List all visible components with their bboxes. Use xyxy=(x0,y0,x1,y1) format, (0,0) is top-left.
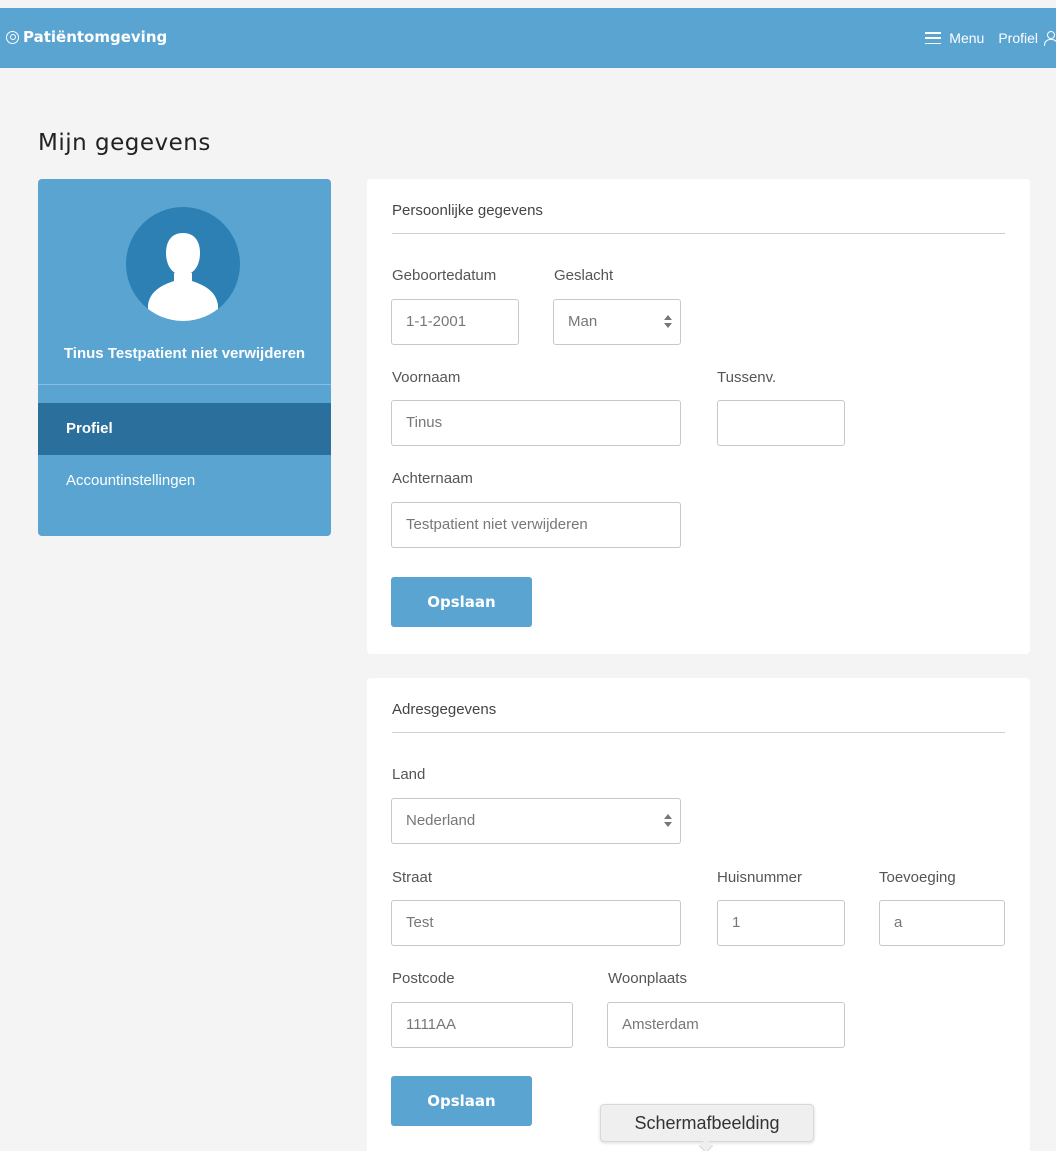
postcode-label: Postcode xyxy=(392,970,455,987)
city-label: Woonplaats xyxy=(608,970,687,987)
divider xyxy=(392,233,1005,234)
lastname-label: Achternaam xyxy=(392,470,473,487)
personal-data-card: Persoonlijke gegevens Geboortedatum 1-1-… xyxy=(367,179,1030,654)
divider xyxy=(392,732,1005,733)
firstname-label: Voornaam xyxy=(392,369,461,386)
card-title: Persoonlijke gegevens xyxy=(392,202,543,219)
profile-label: Profiel xyxy=(998,30,1038,46)
screenshot-tooltip: Schermafbeelding xyxy=(600,1104,814,1151)
street-label: Straat xyxy=(392,869,433,886)
sidebar-divider xyxy=(38,384,331,385)
gender-select[interactable]: Man xyxy=(553,299,681,345)
brand-name: Patiëntomgeving xyxy=(23,28,168,46)
avatar xyxy=(126,207,240,321)
menu-label: Menu xyxy=(949,30,985,46)
country-select[interactable]: Nederland xyxy=(391,798,681,844)
brand[interactable]: Patiëntomgeving xyxy=(6,28,167,46)
profile-button[interactable]: Profiel xyxy=(998,30,1056,46)
lastname-input[interactable]: Testpatient niet verwijderen xyxy=(391,502,681,548)
birthdate-label: Geboortedatum xyxy=(392,267,497,284)
housenumber-label: Huisnummer xyxy=(717,869,803,886)
nav-right: Menu Profiel xyxy=(925,30,1056,46)
addition-label: Toevoeging xyxy=(879,869,956,886)
sidebar-item-profiel[interactable]: Profiel xyxy=(38,403,331,455)
page-title: Mijn gegevens xyxy=(38,130,211,156)
street-input[interactable]: Test xyxy=(391,900,681,946)
infix-input[interactable] xyxy=(717,400,845,446)
top-navigation-bar: Patiëntomgeving Menu Profiel xyxy=(0,8,1056,68)
postcode-input[interactable]: 1111AA xyxy=(391,1002,573,1048)
infix-label: Tussenv. xyxy=(717,369,777,386)
user-icon xyxy=(1044,31,1056,46)
gender-value: Man xyxy=(568,313,598,330)
user-circle-icon xyxy=(6,30,19,44)
save-button[interactable]: Opslaan xyxy=(391,1076,532,1126)
country-label: Land xyxy=(392,766,426,783)
housenumber-input[interactable]: 1 xyxy=(717,900,845,946)
profile-sidebar: Tinus Testpatient niet verwijderen Profi… xyxy=(38,179,331,536)
sidebar-item-accountinstellingen[interactable]: Accountinstellingen xyxy=(38,455,331,507)
hamburger-icon xyxy=(925,32,942,44)
city-input[interactable]: Amsterdam xyxy=(607,1002,845,1048)
address-card: Adresgegevens Land Nederland Straat Test… xyxy=(367,678,1030,1151)
select-arrows-icon xyxy=(664,813,672,829)
gender-label: Geslacht xyxy=(554,267,614,284)
card-title: Adresgegevens xyxy=(392,701,497,718)
country-value: Nederland xyxy=(406,812,476,829)
select-arrows-icon xyxy=(664,314,672,330)
save-button[interactable]: Opslaan xyxy=(391,577,532,627)
person-silhouette-icon xyxy=(148,233,218,321)
tooltip-text: Schermafbeelding xyxy=(634,1113,780,1133)
firstname-input[interactable]: Tinus xyxy=(391,400,681,446)
addition-input[interactable]: a xyxy=(879,900,1005,946)
user-name: Tinus Testpatient niet verwijderen xyxy=(63,345,306,362)
menu-button[interactable]: Menu xyxy=(925,30,984,46)
birthdate-input[interactable]: 1-1-2001 xyxy=(391,299,519,345)
